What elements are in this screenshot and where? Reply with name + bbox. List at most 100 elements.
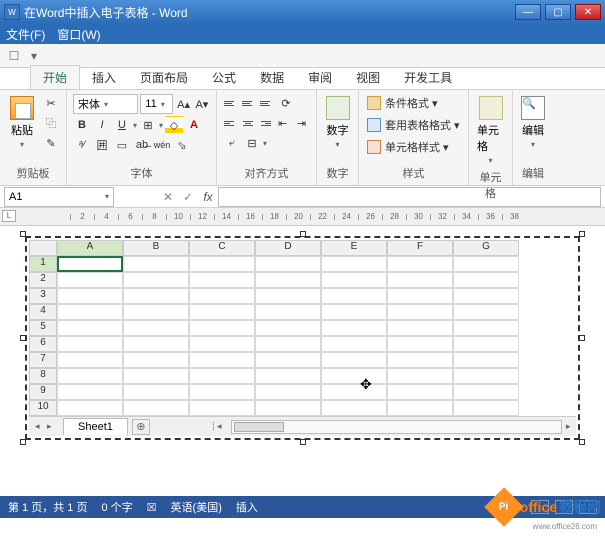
merge-center-button[interactable]: ⊟ xyxy=(243,134,261,152)
cancel-formula-button[interactable]: ✕ xyxy=(158,187,178,207)
cell[interactable] xyxy=(255,400,321,416)
cut-button[interactable]: ✂ xyxy=(42,94,60,112)
row-header[interactable]: 5 xyxy=(29,320,57,336)
font-dialog-launcher[interactable]: ⬂ xyxy=(173,136,191,154)
cell[interactable] xyxy=(453,256,519,272)
row-header[interactable]: 2 xyxy=(29,272,57,288)
row-header[interactable]: 4 xyxy=(29,304,57,320)
cells-button[interactable]: 单元格 ▾ xyxy=(475,94,506,167)
cell[interactable] xyxy=(321,384,387,400)
conditional-format-button[interactable]: 条件格式 ▾ xyxy=(365,94,462,112)
tab-review[interactable]: 审阅 xyxy=(296,66,344,89)
cell[interactable] xyxy=(123,400,189,416)
tab-view[interactable]: 视图 xyxy=(344,66,392,89)
cell[interactable] xyxy=(57,288,123,304)
decrease-font-button[interactable]: A▾ xyxy=(194,95,210,113)
column-header[interactable]: F xyxy=(387,240,453,256)
cell[interactable] xyxy=(123,272,189,288)
align-top-button[interactable] xyxy=(223,96,239,110)
copy-button[interactable]: ⿻ xyxy=(42,114,60,132)
sheet-tab-1[interactable]: Sheet1 xyxy=(63,418,128,435)
format-as-table-button[interactable]: 套用表格格式 ▾ xyxy=(365,116,462,134)
column-header[interactable]: C xyxy=(189,240,255,256)
increase-indent-button[interactable]: ⇥ xyxy=(293,114,310,132)
column-header[interactable]: A xyxy=(57,240,123,256)
underline-button[interactable]: U xyxy=(113,116,131,134)
cell[interactable] xyxy=(123,320,189,336)
cell[interactable] xyxy=(453,272,519,288)
row-header[interactable]: 1 xyxy=(29,256,57,272)
horizontal-scrollbar[interactable] xyxy=(231,420,562,434)
sheet-nav-next[interactable]: ▸ xyxy=(47,421,57,432)
align-center-button[interactable] xyxy=(240,116,255,130)
horizontal-ruler[interactable]: L 2468101214161820222426283032343638 xyxy=(0,208,605,226)
cell[interactable] xyxy=(387,368,453,384)
cell[interactable] xyxy=(321,368,387,384)
cell[interactable] xyxy=(387,288,453,304)
cell[interactable] xyxy=(387,272,453,288)
cell[interactable] xyxy=(321,256,387,272)
status-language[interactable]: 英语(美国) xyxy=(171,499,222,515)
cell[interactable] xyxy=(57,336,123,352)
decrease-indent-button[interactable]: ⇤ xyxy=(274,114,291,132)
hscroll-right[interactable]: ▸ xyxy=(566,421,576,432)
cell[interactable] xyxy=(189,368,255,384)
cell[interactable] xyxy=(255,336,321,352)
cell[interactable] xyxy=(57,352,123,368)
menu-file[interactable]: 文件(F) xyxy=(6,26,45,43)
tab-data[interactable]: 数据 xyxy=(248,66,296,89)
cell[interactable] xyxy=(387,256,453,272)
enter-formula-button[interactable]: ✓ xyxy=(178,187,198,207)
cell[interactable] xyxy=(321,336,387,352)
cell[interactable] xyxy=(123,256,189,272)
paste-button[interactable]: 粘贴 ▾ xyxy=(6,94,38,163)
cell[interactable] xyxy=(123,304,189,320)
increase-font-button[interactable]: A▴ xyxy=(175,95,191,113)
format-painter-button[interactable]: ✎ xyxy=(42,134,60,152)
cell[interactable] xyxy=(255,304,321,320)
cell-styles-button[interactable]: 单元格样式 ▾ xyxy=(365,138,462,156)
border-button[interactable]: ⊞ xyxy=(139,116,157,134)
cell[interactable] xyxy=(57,304,123,320)
tab-formulas[interactable]: 公式 xyxy=(200,66,248,89)
cell[interactable] xyxy=(57,384,123,400)
column-header[interactable]: B xyxy=(123,240,189,256)
cell[interactable] xyxy=(123,288,189,304)
cell[interactable] xyxy=(255,320,321,336)
hscroll-left[interactable]: ◂ xyxy=(217,421,227,432)
cell[interactable] xyxy=(189,400,255,416)
cell[interactable] xyxy=(453,384,519,400)
bold-button[interactable]: B xyxy=(73,116,91,134)
scrollbar-thumb[interactable] xyxy=(234,422,284,432)
column-header[interactable]: D xyxy=(255,240,321,256)
cell[interactable] xyxy=(189,320,255,336)
cell[interactable] xyxy=(255,352,321,368)
char-border-button[interactable]: ▭ xyxy=(113,136,131,154)
cell[interactable] xyxy=(255,384,321,400)
tab-developer[interactable]: 开发工具 xyxy=(392,66,464,89)
qat-dropdown[interactable]: ▾ xyxy=(26,48,42,64)
tab-insert[interactable]: 插入 xyxy=(80,66,128,89)
cell[interactable] xyxy=(387,320,453,336)
column-header[interactable]: E xyxy=(321,240,387,256)
tab-page-layout[interactable]: 页面布局 xyxy=(128,66,200,89)
cell[interactable] xyxy=(255,256,321,272)
cell[interactable] xyxy=(255,368,321,384)
cell[interactable] xyxy=(387,400,453,416)
select-all-corner[interactable] xyxy=(29,240,57,256)
cell[interactable] xyxy=(321,288,387,304)
status-insert-mode[interactable]: 插入 xyxy=(236,499,258,515)
status-page[interactable]: 第 1 页，共 1 页 xyxy=(8,499,87,515)
cell[interactable] xyxy=(57,272,123,288)
cell[interactable] xyxy=(387,304,453,320)
cell[interactable] xyxy=(57,256,123,272)
name-box[interactable]: A1▾ xyxy=(4,187,114,207)
sheet-grid[interactable]: ABCDEFG12345678910 xyxy=(29,240,576,416)
font-color-button[interactable]: A xyxy=(185,116,203,134)
row-header[interactable]: 8 xyxy=(29,368,57,384)
number-format-button[interactable]: 数字 ▾ xyxy=(323,94,352,163)
align-left-button[interactable] xyxy=(223,116,238,130)
cell[interactable] xyxy=(255,288,321,304)
cell[interactable] xyxy=(453,400,519,416)
formula-input[interactable] xyxy=(218,187,601,207)
